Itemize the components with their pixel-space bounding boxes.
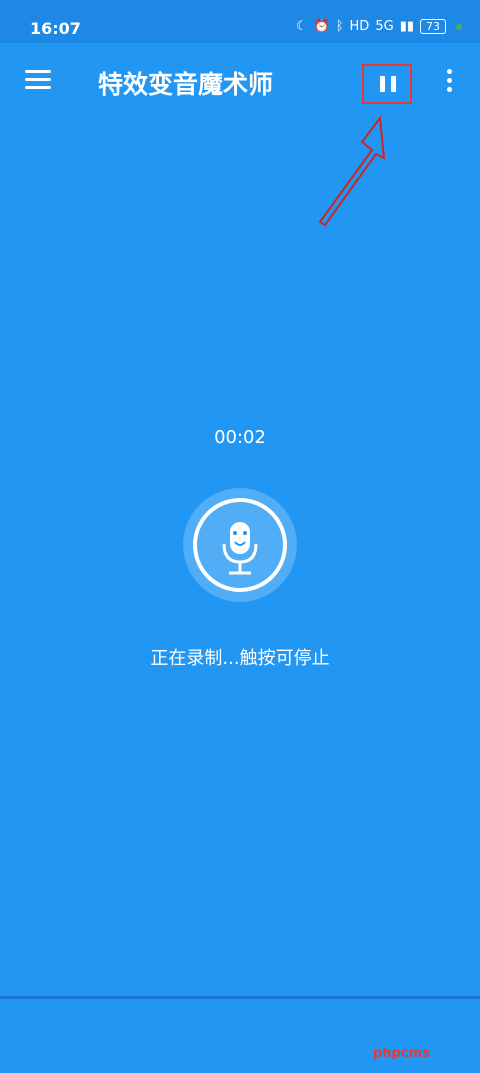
mic-ring	[193, 498, 287, 592]
microphone-icon	[222, 522, 258, 575]
recording-timer: 00:02	[214, 427, 266, 448]
watermark: phpcms	[373, 1046, 430, 1061]
bottom-divider	[0, 996, 480, 999]
record-button[interactable]	[183, 488, 297, 602]
recording-hint: 正在录制...触按可停止	[150, 648, 330, 669]
annotation-arrow-icon	[318, 115, 386, 227]
